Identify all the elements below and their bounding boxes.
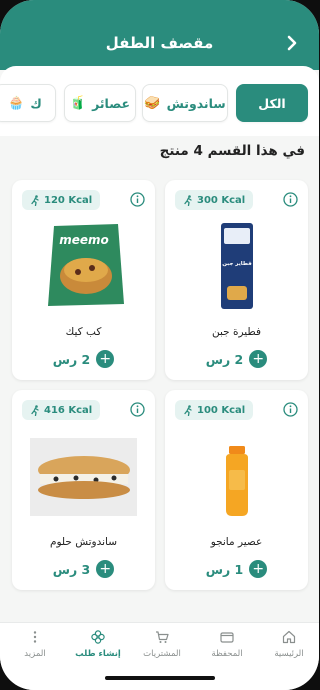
page-title: مقصف الطفل <box>105 34 214 52</box>
brand-label: meemo <box>59 233 109 247</box>
price-row: + 2 رس <box>165 350 308 368</box>
price: 2 رس <box>205 351 244 367</box>
product-card-cheese-pie[interactable]: 300 Kcal فطاير جبن فطيرة جبن + 2 رس <box>165 180 308 380</box>
juice-box-icon: 🧃 <box>69 95 87 111</box>
calories-badge: 100 Kcal <box>175 400 254 420</box>
chip-label: ساندوتش <box>166 95 226 111</box>
home-icon <box>282 630 296 644</box>
nav-home[interactable]: الرئيسية <box>258 629 319 671</box>
running-person-icon <box>31 194 39 206</box>
nav-create-order[interactable]: إنشاء طلب <box>67 629 129 671</box>
price: 1 رس <box>205 561 244 577</box>
home-indicator <box>105 676 215 680</box>
plus-icon[interactable]: + <box>96 350 115 368</box>
flower-icon <box>91 630 105 644</box>
plus-icon[interactable]: + <box>249 560 268 578</box>
package-label: فطاير جبن <box>222 261 252 267</box>
product-name: ساندوتش حلوم <box>49 536 118 548</box>
sandwich-icon: 🥪 <box>144 95 161 111</box>
sandwich-image <box>30 438 137 516</box>
cart-icon <box>156 631 169 643</box>
wallet-icon <box>220 632 234 643</box>
chip-juices[interactable]: عصائر 🧃 <box>64 84 136 122</box>
plus-icon[interactable]: + <box>96 560 115 578</box>
calories-badge: 300 Kcal <box>175 190 254 210</box>
nav-more[interactable]: المزيد <box>4 629 66 671</box>
section-count: في هذا القسم 4 منتج <box>159 143 305 159</box>
nav-purchases[interactable]: المشتريات <box>131 629 193 671</box>
info-icon[interactable] <box>130 192 145 207</box>
header: مقصف الطفل <box>0 0 319 70</box>
category-bar: الكل ساندوتش 🥪 عصائر 🧃 ك 🧁 <box>0 66 319 136</box>
chip-label: عصائر <box>92 95 131 111</box>
product-card-cupcake[interactable]: 120 Kcal meemo كب كيك + 2 رس <box>12 180 155 380</box>
price-row: + 1 رس <box>165 560 308 578</box>
product-name: عصير مانجو <box>210 536 263 548</box>
product-name: كب كيك <box>65 326 102 338</box>
product-card-halloumi-sandwich[interactable]: 416 Kcal ساندوتش حلوم + 3 رس <box>12 390 155 590</box>
chip-label: ك <box>30 95 42 111</box>
chip-label: الكل <box>258 95 286 111</box>
product-card-mango-juice[interactable]: 100 Kcal عصير مانجو + 1 رس <box>165 390 308 590</box>
chip-all[interactable]: الكل <box>236 84 308 122</box>
calories-badge: 120 Kcal <box>22 190 101 210</box>
chip-sandwich[interactable]: ساندوتش 🥪 <box>142 84 228 122</box>
info-icon[interactable] <box>283 192 298 207</box>
running-person-icon <box>184 404 192 416</box>
cheese-pie-image: فطاير جبن <box>221 223 253 309</box>
nav-wallet[interactable]: المحفظة <box>196 629 258 671</box>
cupcake-image: meemo <box>48 224 124 306</box>
calories-badge: 416 Kcal <box>22 400 101 420</box>
running-person-icon <box>31 404 39 416</box>
mango-juice-image <box>226 446 248 516</box>
info-icon[interactable] <box>283 402 298 417</box>
product-name: فطيرة جبن <box>211 326 262 338</box>
app-screen: مقصف الطفل الكل ساندوتش 🥪 عصائر 🧃 ك 🧁 في… <box>0 0 319 690</box>
plus-icon[interactable]: + <box>249 350 268 368</box>
price: 3 رس <box>52 561 91 577</box>
chevron-right-icon[interactable] <box>283 32 301 54</box>
cupcake-icon: 🧁 <box>8 95 25 111</box>
price-row: + 2 رس <box>12 350 155 368</box>
info-icon[interactable] <box>130 402 145 417</box>
price-row: + 3 رس <box>12 560 155 578</box>
chip-cakes[interactable]: ك 🧁 <box>0 84 56 122</box>
more-icon <box>33 631 37 643</box>
running-person-icon <box>184 194 192 206</box>
price: 2 رس <box>52 351 91 367</box>
